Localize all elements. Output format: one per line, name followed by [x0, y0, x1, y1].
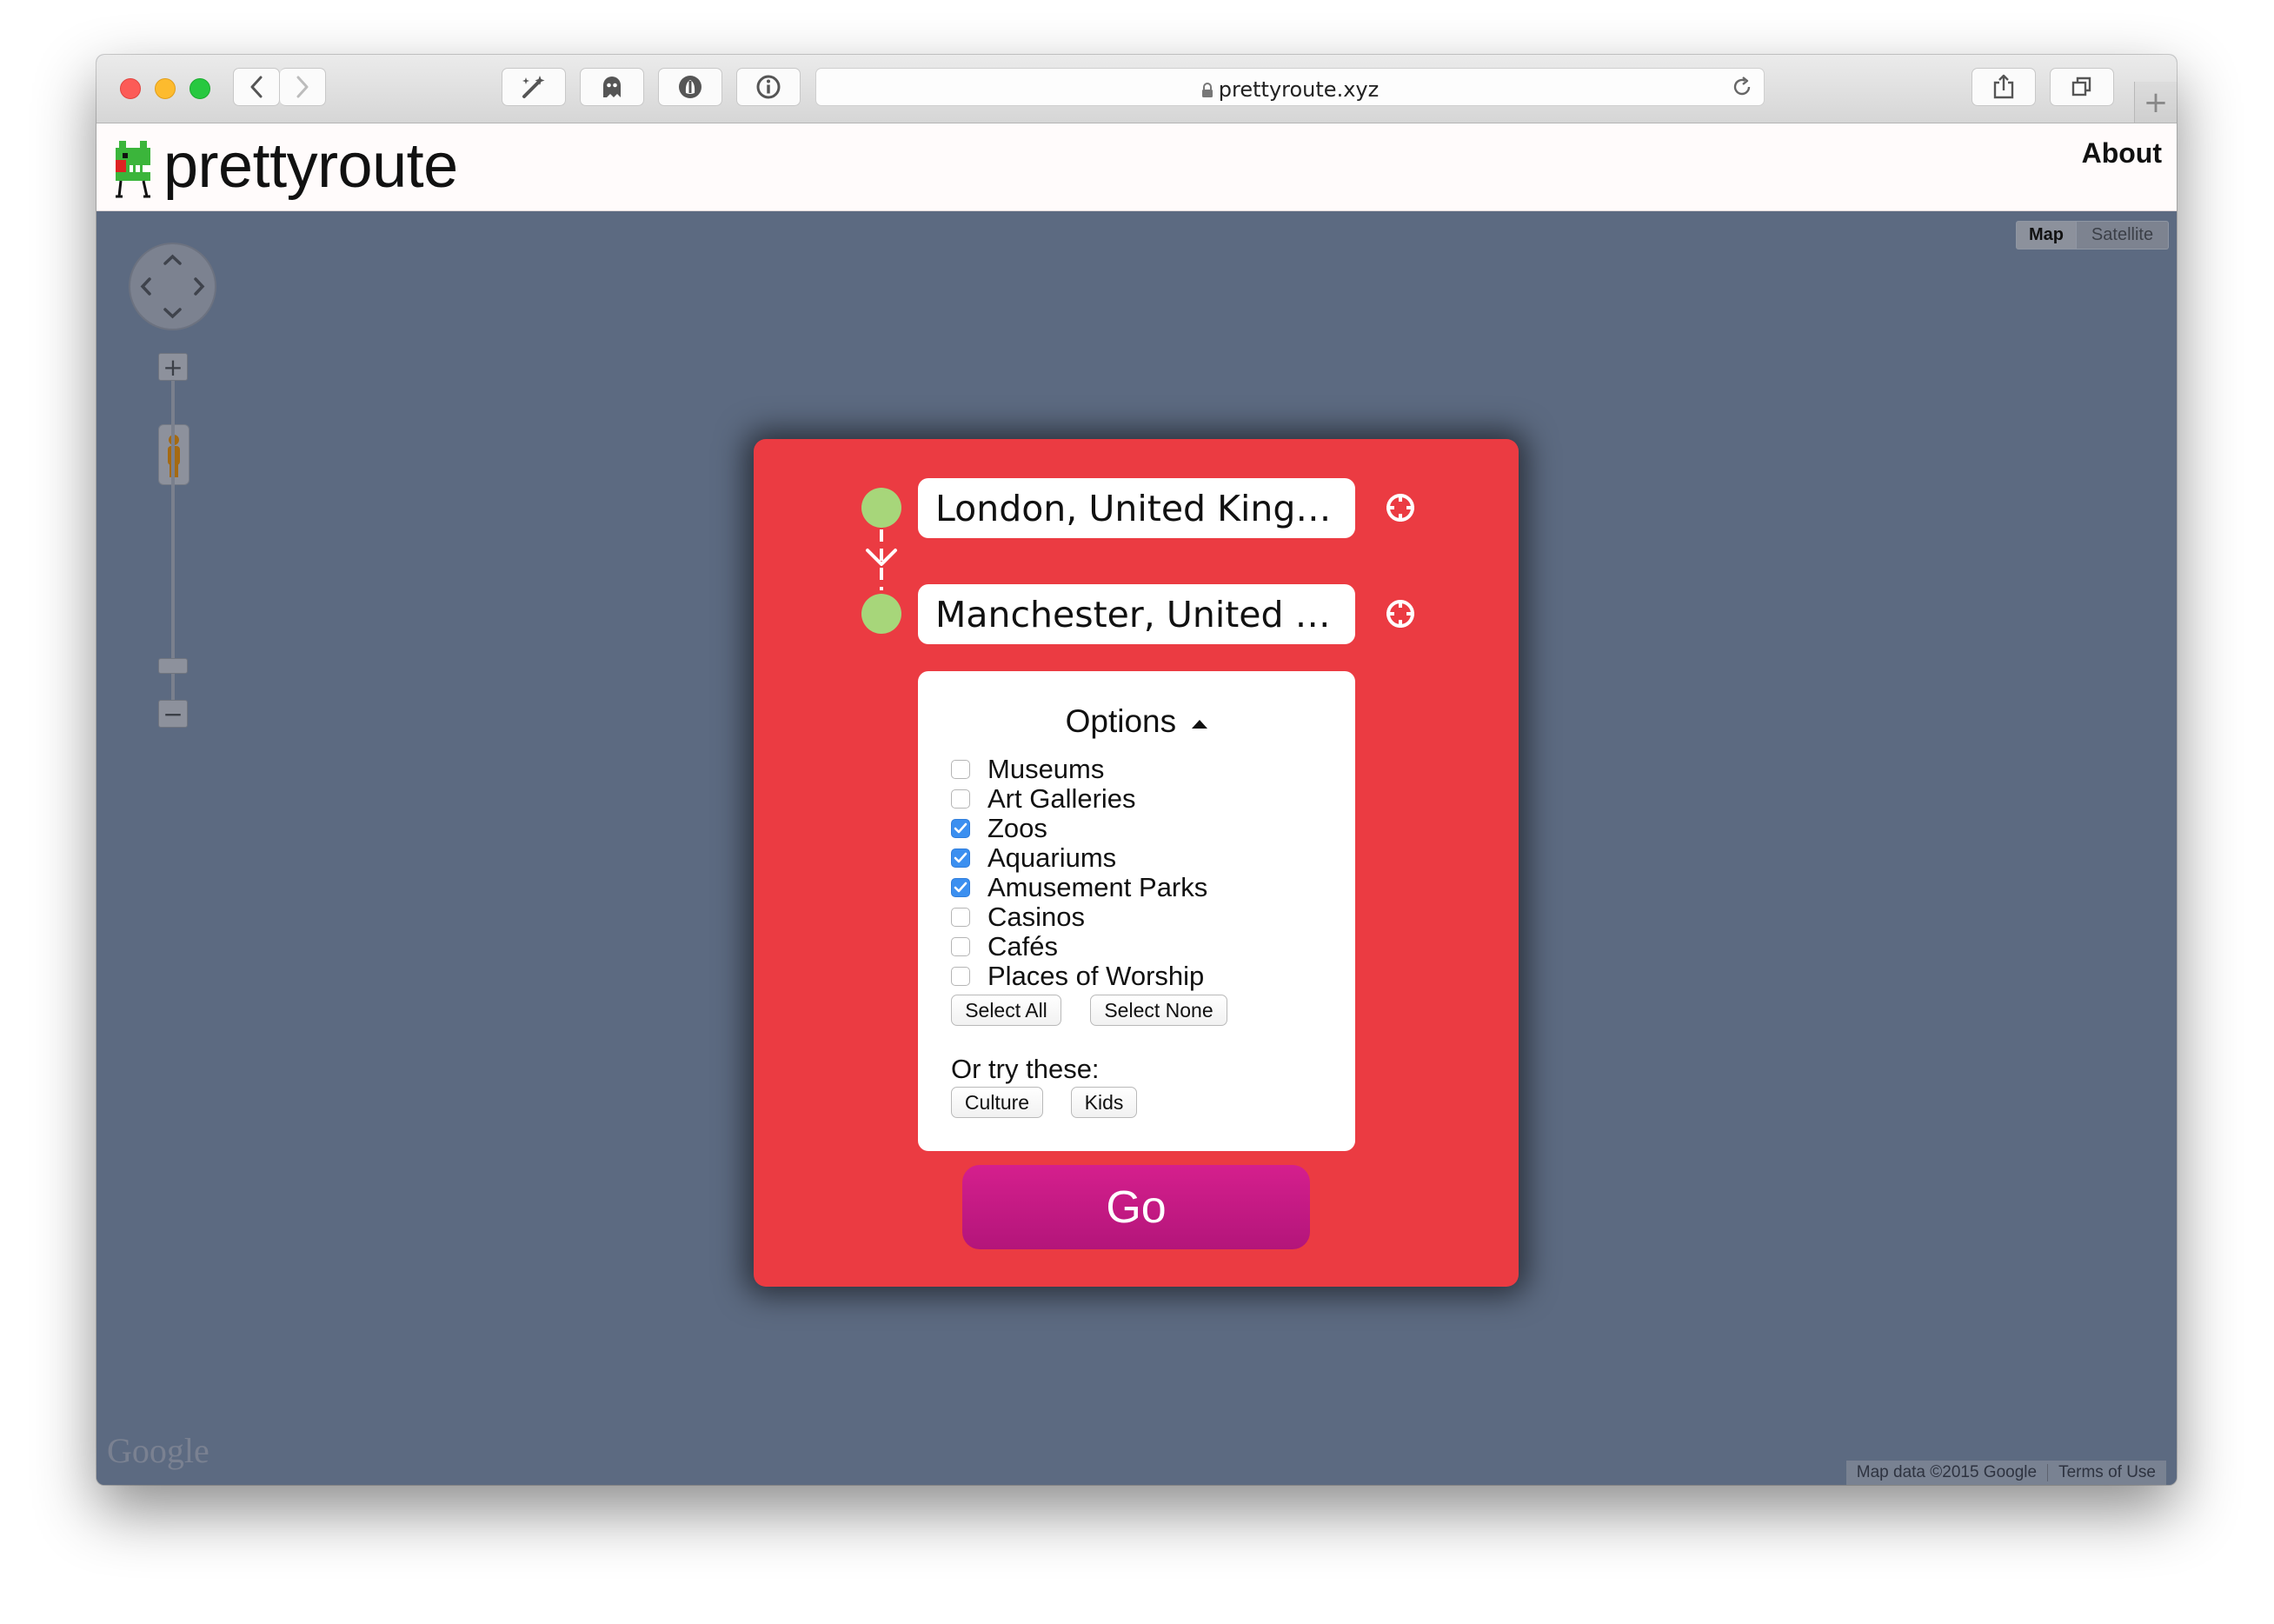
option-row[interactable]: Places of Worship	[951, 961, 1207, 991]
option-checkbox[interactable]	[951, 878, 970, 897]
option-checkbox[interactable]	[951, 819, 970, 838]
share-button[interactable]	[1971, 68, 2036, 106]
back-button[interactable]	[233, 68, 280, 106]
option-label: Aquariums	[987, 842, 1117, 873]
tabs-icon	[2071, 77, 2091, 97]
lock-icon	[1201, 83, 1213, 97]
option-checkbox[interactable]	[951, 967, 970, 986]
destination-input[interactable]: Manchester, United Kingdom	[918, 584, 1355, 644]
logo-icon	[116, 141, 150, 198]
option-row[interactable]: Zoos	[951, 813, 1207, 843]
destination-input-value: Manchester, United Kingdom	[935, 593, 1338, 636]
zoom-out-button[interactable]: −	[158, 700, 188, 729]
origin-locate-icon[interactable]	[1384, 491, 1417, 524]
info-icon	[756, 75, 781, 99]
new-tab-icon[interactable]: +	[2134, 82, 2177, 123]
option-label: Zoos	[987, 813, 1047, 843]
pan-arrows-icon	[140, 254, 205, 319]
option-label: Museums	[987, 754, 1105, 784]
checkmark-icon	[954, 852, 967, 863]
options-toggle[interactable]: Options	[918, 703, 1355, 740]
route-arrow-icon	[866, 549, 897, 566]
address-text: prettyroute.xyz	[1218, 77, 1380, 102]
zoom-slider-track[interactable]	[171, 379, 175, 701]
logo-text[interactable]: prettyroute	[163, 130, 458, 202]
checkmark-icon	[954, 822, 967, 834]
destination-dot	[861, 594, 901, 634]
options-panel: Options Museums Art Galleries Zoos Aquarium…	[918, 671, 1355, 1151]
forward-button[interactable]	[280, 68, 326, 106]
option-row[interactable]: Art Galleries	[951, 783, 1207, 814]
map[interactable]: Map Satellite + − Google Map data ©2015 …	[96, 211, 2177, 1485]
option-label: Casinos	[987, 902, 1085, 932]
option-row[interactable]: Aquariums	[951, 842, 1207, 873]
site-header: prettyroute About	[96, 123, 2177, 211]
preset-culture-button[interactable]: Culture	[951, 1087, 1043, 1118]
option-label: Cafés	[987, 931, 1058, 962]
option-label: Places of Worship	[987, 961, 1205, 991]
info-button[interactable]	[736, 68, 801, 106]
zoom-window-button[interactable]	[190, 78, 210, 99]
option-checkbox[interactable]	[951, 908, 970, 927]
back-icon	[250, 76, 263, 98]
option-row[interactable]: Museums	[951, 754, 1207, 784]
reload-icon[interactable]	[1731, 76, 1753, 98]
privacy-badger-button[interactable]	[658, 68, 722, 106]
option-label: Amusement Parks	[987, 872, 1208, 902]
map-type-map-button[interactable]: Map	[2016, 221, 2077, 250]
try-these-label: Or try these:	[951, 1054, 1100, 1084]
destination-locate-icon[interactable]	[1384, 597, 1417, 630]
map-type-satellite-button[interactable]: Satellite	[2077, 221, 2169, 250]
option-label: Art Galleries	[987, 783, 1136, 814]
magic-wand-button[interactable]	[502, 68, 566, 106]
option-checkbox[interactable]	[951, 760, 970, 779]
pan-control[interactable]	[129, 243, 216, 330]
terms-of-use-link[interactable]: Terms of Use	[2048, 1463, 2166, 1482]
go-button[interactable]: Go	[962, 1165, 1310, 1249]
options-title: Options	[1065, 703, 1177, 739]
preset-kids-button[interactable]: Kids	[1071, 1087, 1137, 1118]
zoom-slider-handle[interactable]	[158, 658, 188, 674]
route-card: London, United Kingdom Manchester, Unite…	[754, 439, 1519, 1287]
share-icon	[1993, 74, 2014, 99]
browser-toolbar: prettyroute.xyz +	[96, 55, 2177, 123]
option-row[interactable]: Amusement Parks	[951, 872, 1208, 902]
caret-up-icon	[1192, 720, 1208, 729]
minimize-window-button[interactable]	[155, 78, 176, 99]
origin-input-value: London, United Kingdom	[935, 487, 1338, 529]
forward-icon	[296, 76, 309, 98]
option-checkbox[interactable]	[951, 789, 970, 809]
options-list: Museums Art Galleries Zoos Aquariums Amuseme…	[951, 754, 1208, 991]
origin-input[interactable]: London, United Kingdom	[918, 478, 1355, 538]
option-row[interactable]: Casinos	[951, 902, 1207, 932]
magic-wand-icon	[522, 76, 545, 98]
map-type-control: Map Satellite	[2016, 221, 2169, 250]
origin-dot	[861, 488, 901, 528]
option-checkbox[interactable]	[951, 937, 970, 956]
option-row[interactable]: Cafés	[951, 931, 1207, 962]
map-data-text: Map data ©2015 Google	[1856, 1463, 2038, 1481]
zoom-in-button[interactable]: +	[158, 353, 188, 382]
google-logo[interactable]: Google	[107, 1430, 209, 1471]
select-none-button[interactable]: Select None	[1090, 995, 1227, 1026]
address-bar[interactable]: prettyroute.xyz	[815, 68, 1765, 106]
tabs-button[interactable]	[2050, 68, 2114, 106]
select-all-button[interactable]: Select All	[951, 995, 1061, 1026]
about-link[interactable]: About	[2082, 137, 2162, 170]
option-checkbox[interactable]	[951, 849, 970, 868]
browser-window: prettyroute.xyz + prettyroute About Map …	[96, 55, 2177, 1485]
ghost-icon	[603, 77, 621, 97]
map-attribution: Map data ©2015 Google Terms of Use	[1845, 1461, 2166, 1485]
address-text-wrap: prettyroute.xyz	[816, 77, 1764, 102]
checkmark-icon	[954, 882, 967, 893]
privacy-badger-icon	[679, 76, 701, 98]
close-window-button[interactable]	[120, 78, 141, 99]
ghost-button[interactable]	[580, 68, 644, 106]
